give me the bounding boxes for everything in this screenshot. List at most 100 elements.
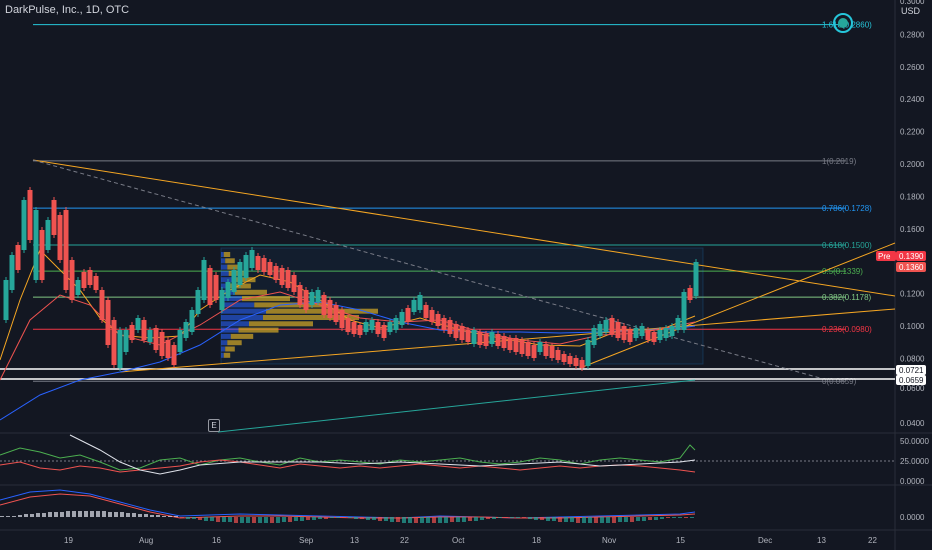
candle <box>105 300 111 345</box>
candle <box>231 270 237 292</box>
candle <box>609 318 615 334</box>
candle <box>447 320 453 334</box>
macd-histogram-bar <box>258 517 262 523</box>
candle <box>195 290 201 314</box>
candle <box>639 326 645 336</box>
candle <box>459 326 465 340</box>
macd-histogram-bar <box>192 517 196 519</box>
macd-histogram-bar <box>132 513 136 517</box>
pre-label: Pre <box>878 252 891 261</box>
macd-histogram-bar <box>444 517 448 523</box>
macd-histogram-bar <box>54 512 58 517</box>
candle <box>63 210 69 290</box>
macd-histogram-bar <box>204 517 208 521</box>
price-tick: 0.1200 <box>900 290 925 299</box>
symbol-title[interactable]: DarkPulse, Inc., 1D, OTC <box>5 4 129 16</box>
macd-histogram-bar <box>462 517 466 522</box>
time-tick: 15 <box>676 536 685 545</box>
chart-canvas[interactable]: 0.2800 0.2600 0.2400 0.2200 0.2000 0.1800 0.16… <box>0 0 932 550</box>
price-tick: 0.2800 <box>900 30 925 39</box>
time-tick: 13 <box>350 536 359 545</box>
macd-histogram-bar <box>246 517 250 523</box>
macd-histogram-bar <box>114 512 118 517</box>
candle <box>411 300 417 312</box>
pre-price: 0.1390 <box>899 252 924 261</box>
candle <box>621 326 627 340</box>
candle <box>681 292 687 330</box>
macd-histogram-bar <box>492 517 496 519</box>
time-tick: 13 <box>817 536 826 545</box>
candle <box>135 318 141 330</box>
candle <box>261 258 267 272</box>
price-tick: 0.0400 <box>900 419 925 428</box>
macd-histogram-bar <box>216 517 220 522</box>
macd-histogram-bar <box>336 517 340 518</box>
macd-histogram-bar <box>366 517 370 520</box>
macd-histogram-bar <box>264 517 268 523</box>
macd-histogram-bar <box>504 517 508 518</box>
candle <box>183 322 189 338</box>
macd-histogram-bar <box>654 517 658 520</box>
time-tick: 16 <box>212 536 221 545</box>
indicator-tick: 0.0000 <box>900 477 925 486</box>
candle <box>99 290 105 320</box>
earnings-marker[interactable]: E <box>208 419 220 432</box>
candle <box>657 330 663 340</box>
time-tick: Dec <box>758 536 772 545</box>
macd-histogram-bar <box>408 517 412 523</box>
candle <box>531 345 537 358</box>
time-tick: 18 <box>532 536 541 545</box>
candle <box>255 256 261 270</box>
candle <box>417 295 423 310</box>
macd-histogram-bar <box>546 517 550 521</box>
macd-histogram-bar <box>678 517 682 518</box>
candle <box>309 292 315 305</box>
macd-histogram-bar <box>36 513 40 517</box>
macd-histogram-bar <box>144 514 148 517</box>
macd-histogram-bar <box>552 517 556 521</box>
macd-histogram-bar <box>522 517 526 518</box>
candle <box>315 290 321 302</box>
candle <box>597 324 603 336</box>
macd-histogram-bar <box>348 517 352 518</box>
candle <box>87 270 93 285</box>
candle <box>645 330 651 340</box>
candle <box>687 288 693 300</box>
candle <box>291 275 297 292</box>
volume-profile-bar <box>223 352 231 358</box>
macd-histogram-bar <box>402 517 406 523</box>
candle <box>159 332 165 356</box>
macd-histogram-bar <box>456 517 460 522</box>
candle <box>591 328 597 345</box>
candle <box>387 322 393 332</box>
macd-histogram-bar <box>306 517 310 520</box>
candle <box>129 325 135 340</box>
candle <box>375 322 381 334</box>
candle <box>357 325 363 335</box>
volume-profile-bar <box>221 258 226 264</box>
trendline <box>217 379 696 433</box>
candle <box>651 332 657 342</box>
macd-histogram-bar <box>240 517 244 523</box>
candle <box>351 322 357 334</box>
macd-histogram-bar <box>252 517 256 523</box>
macd-histogram-bar <box>576 517 580 523</box>
price-tick: 0.2600 <box>900 63 925 72</box>
candle <box>69 260 75 300</box>
macd-histogram-bar <box>450 517 454 522</box>
macd-histogram-bar <box>600 517 604 523</box>
macd-histogram-bar <box>360 517 364 519</box>
macd-histogram-bar <box>300 517 304 521</box>
macd-histogram-bar <box>624 517 628 522</box>
macd-histogram-bar <box>594 517 598 523</box>
macd-histogram-bar <box>24 514 28 517</box>
candle <box>111 320 117 365</box>
target-marker-icon <box>838 18 848 28</box>
candle <box>393 318 399 330</box>
macd-histogram-bar <box>342 517 346 518</box>
macd-histogram-bar <box>648 517 652 520</box>
volume-profile-bar <box>221 346 226 352</box>
volume-profile-bar <box>221 270 229 276</box>
volume-profile-bar <box>221 333 231 339</box>
candle <box>615 322 621 338</box>
